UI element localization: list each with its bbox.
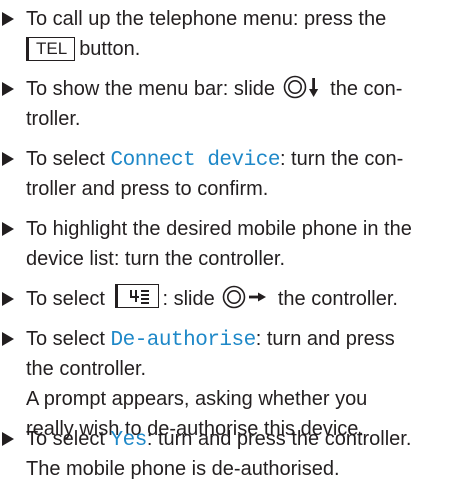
step-text: the con- xyxy=(330,78,403,100)
controller-slide-down-icon xyxy=(283,75,318,99)
step-text: : turn and press the controller. xyxy=(146,428,412,450)
step-text: : turn and press xyxy=(255,328,395,350)
step-text: To select xyxy=(26,428,105,450)
step-text: To select xyxy=(26,288,105,310)
step-bullet-icon xyxy=(2,82,14,96)
step-text: To highlight the desired mobile phone in… xyxy=(26,218,412,240)
menu-item-connect-device: Connect device xyxy=(110,149,281,172)
step-text: the controller. xyxy=(277,288,398,310)
menu-item-yes: Yes xyxy=(110,429,148,452)
step-bullet-icon xyxy=(2,12,14,26)
step-text: troller and press to confirm. xyxy=(26,178,269,200)
step-text: device list: turn the controller. xyxy=(26,248,286,270)
step-text: : slide xyxy=(162,288,215,310)
step-bullet-icon xyxy=(2,222,14,236)
tel-key-label: TEL xyxy=(26,37,76,61)
phone-book-button-icon xyxy=(114,284,159,308)
step-text: To show the menu bar: slide xyxy=(26,78,276,100)
step-bullet-icon xyxy=(2,332,14,346)
step-bullet-icon xyxy=(2,152,14,166)
step-text: To call up the telephone menu: press the xyxy=(26,8,387,30)
step-text: the controller. xyxy=(26,358,147,380)
step-text: button. xyxy=(79,38,141,60)
controller-slide-right-icon xyxy=(223,285,267,309)
step-bullet-icon xyxy=(2,432,14,446)
result-text: A prompt appears, asking whether you xyxy=(26,388,368,410)
step-bullet-icon xyxy=(2,292,14,306)
step-text: To select xyxy=(26,148,105,170)
instruction-page: To call up the telephone menu: press the… xyxy=(0,0,468,483)
step-text: troller. xyxy=(26,108,81,130)
step-text: : turn the con- xyxy=(279,148,404,170)
result-text: The mobile phone is de-authorised. xyxy=(26,458,340,480)
step-text: To select xyxy=(26,328,105,350)
menu-item-de-authorise: De-authorise xyxy=(110,329,257,352)
